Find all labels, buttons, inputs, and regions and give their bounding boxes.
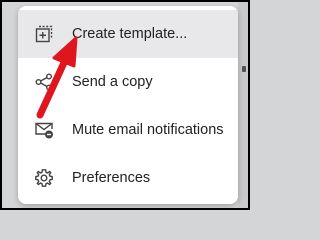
screenshot-frame: Create template... Send a copy Mute emai… bbox=[0, 0, 250, 210]
background-marker bbox=[242, 66, 246, 72]
menu-item-label: Send a copy bbox=[72, 74, 153, 90]
mail-muted-icon bbox=[34, 120, 54, 140]
background-panel bbox=[238, 2, 248, 208]
menu-item-preferences[interactable]: Preferences bbox=[18, 154, 238, 202]
menu-item-label: Create template... bbox=[72, 26, 188, 42]
menu-item-label: Mute email notifications bbox=[72, 122, 224, 138]
add-template-icon bbox=[34, 24, 54, 44]
menu-item-mute-notifications[interactable]: Mute email notifications bbox=[18, 106, 238, 154]
menu-item-send-copy[interactable]: Send a copy bbox=[18, 58, 238, 106]
context-menu: Create template... Send a copy Mute emai… bbox=[18, 6, 238, 204]
gear-icon bbox=[34, 168, 54, 188]
share-icon bbox=[34, 72, 54, 92]
menu-item-label: Preferences bbox=[72, 170, 151, 186]
menu-item-create-template[interactable]: Create template... bbox=[18, 10, 238, 58]
